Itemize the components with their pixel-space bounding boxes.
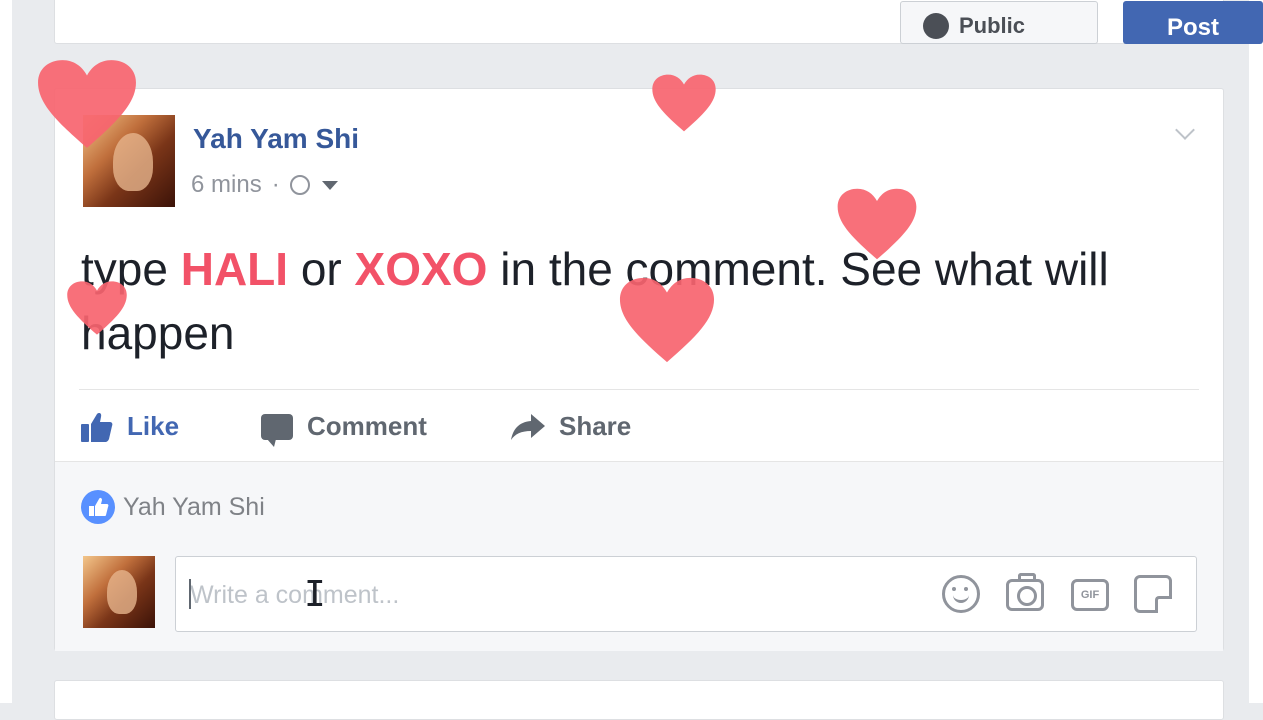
post-timestamp[interactable]: 6 mins xyxy=(191,171,262,199)
text-caret xyxy=(189,579,191,609)
share-icon xyxy=(511,413,545,440)
heart-icon xyxy=(38,60,136,148)
heart-icon xyxy=(652,74,716,132)
reactions-summary[interactable]: Yah Yam Shi xyxy=(81,490,265,524)
gif-icon[interactable]: GIF xyxy=(1071,579,1109,611)
next-post-card xyxy=(54,680,1224,720)
post-options-chevron-icon[interactable] xyxy=(1175,123,1195,143)
emoji-icon[interactable] xyxy=(942,575,980,613)
post-text-part: or xyxy=(288,243,355,295)
liked-by-name[interactable]: Yah Yam Shi xyxy=(123,493,265,522)
heart-icon xyxy=(619,277,715,363)
comment-label: Comment xyxy=(307,411,427,441)
privacy-label: Public xyxy=(959,13,1026,38)
like-badge-icon xyxy=(81,490,115,524)
comment-input[interactable] xyxy=(188,575,892,615)
share-button[interactable]: Share xyxy=(511,411,631,442)
post-button-label: Post xyxy=(1166,14,1219,41)
like-button[interactable]: Like xyxy=(81,411,179,442)
comment-icon xyxy=(261,413,293,447)
post-button[interactable]: Post xyxy=(1123,1,1263,44)
sticker-icon[interactable] xyxy=(1134,575,1172,613)
globe-icon xyxy=(923,13,949,39)
post-text-highlight: XOXO xyxy=(354,243,488,295)
camera-icon[interactable] xyxy=(1006,573,1044,611)
commenter-avatar xyxy=(83,556,155,628)
text-cursor-icon: I xyxy=(304,574,326,615)
like-icon xyxy=(81,412,113,442)
chevron-down-icon[interactable] xyxy=(321,180,338,190)
comments-area: Yah Yam Shi I GIF xyxy=(55,461,1223,651)
post-card: Yah Yam Shi 6 mins · type HALI or XOXO i… xyxy=(54,88,1224,651)
post-text-highlight: HALI xyxy=(180,243,289,295)
comment-box[interactable]: I GIF xyxy=(175,556,1197,632)
heart-icon xyxy=(67,281,127,335)
divider xyxy=(79,389,1199,390)
composer-card: Public Post xyxy=(54,0,1263,44)
page-left-edge xyxy=(0,0,12,703)
heart-icon xyxy=(837,188,917,260)
privacy-selector-button[interactable]: Public xyxy=(900,1,1098,44)
post-author-name[interactable]: Yah Yam Shi xyxy=(193,123,359,155)
share-label: Share xyxy=(559,411,632,441)
post-meta: 6 mins · xyxy=(191,171,338,199)
comment-button[interactable]: Comment xyxy=(261,411,427,447)
globe-icon[interactable] xyxy=(289,175,310,195)
page-right-edge xyxy=(1249,0,1263,703)
meta-separator: · xyxy=(271,171,280,198)
like-label: Like xyxy=(127,411,180,441)
